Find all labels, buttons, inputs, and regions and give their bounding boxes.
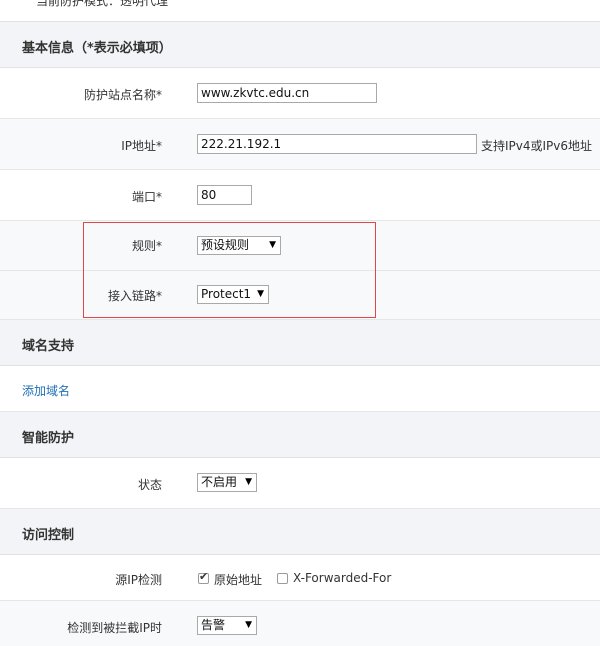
port-label: 端口* (131, 190, 162, 204)
chevron-down-icon: ▼ (245, 477, 252, 487)
ip-address-hint: 支持IPv4或IPv6地址 (481, 139, 593, 153)
rule-select-value: 预设规则 (201, 238, 250, 252)
access-link-select-value: Protect1 (201, 287, 252, 301)
status-label: 状态 (137, 478, 162, 492)
section-basic-info: 基本信息（*表示必填项） (0, 22, 600, 68)
section-basic-info-title: 基本信息（*表示必填项） (22, 41, 172, 56)
section-smart-protection: 智能防护 (0, 412, 600, 458)
row-intercept-action: 检测到被拦截IP时 告警 ▼ (0, 601, 600, 646)
row-site-name: 防护站点名称* www.zkvtc.edu.cn (0, 68, 600, 119)
protection-mode-strip: 当前防护模式：透明代理 (0, 0, 600, 22)
status-select[interactable]: 不启用 ▼ (197, 473, 257, 492)
x-forwarded-for-label: X-Forwarded-For (293, 571, 392, 585)
site-name-label: 防护站点名称* (83, 88, 162, 102)
access-link-label: 接入链路* (107, 289, 162, 303)
ip-address-input[interactable]: 222.21.192.1 (197, 134, 477, 154)
protection-mode-text: 当前防护模式：透明代理 (36, 0, 169, 8)
add-domain-link[interactable]: 添加域名 (22, 382, 70, 399)
row-port: 端口* 80 (0, 170, 600, 221)
original-address-label: 原始地址 (214, 573, 263, 587)
chevron-down-icon: ▼ (269, 240, 276, 250)
row-source-ip: 源IP检测 原始地址 X-Forwarded-For (0, 555, 600, 601)
row-rule: 规则* 预设规则 ▼ (0, 221, 600, 271)
x-forwarded-for-checkbox[interactable] (277, 573, 288, 584)
section-access-control-title: 访问控制 (22, 528, 75, 543)
chevron-down-icon: ▼ (257, 289, 264, 299)
section-access-control: 访问控制 (0, 509, 600, 555)
intercept-action-select[interactable]: 告警 ▼ (197, 616, 257, 635)
port-input[interactable]: 80 (197, 185, 252, 205)
ip-address-label: IP地址* (121, 139, 162, 153)
row-add-domain: 添加域名 (0, 366, 600, 412)
section-domain-support: 域名支持 (0, 320, 600, 366)
chevron-down-icon: ▼ (245, 620, 252, 630)
rule-label: 规则* (131, 239, 162, 253)
intercept-action-label: 检测到被拦截IP时 (67, 621, 162, 635)
rule-select[interactable]: 预设规则 ▼ (197, 236, 281, 255)
section-domain-support-title: 域名支持 (22, 339, 75, 354)
source-ip-label: 源IP检测 (115, 573, 162, 587)
intercept-action-select-value: 告警 (201, 618, 226, 632)
row-status: 状态 不启用 ▼ (0, 458, 600, 509)
original-address-checkbox[interactable] (198, 570, 209, 584)
access-link-select[interactable]: Protect1 ▼ (197, 285, 269, 304)
status-select-value: 不启用 (201, 475, 238, 489)
row-ip-address: IP地址* 222.21.192.1 支持IPv4或IPv6地址 (0, 119, 600, 170)
section-smart-protection-title: 智能防护 (22, 431, 75, 446)
site-name-input[interactable]: www.zkvtc.edu.cn (197, 83, 377, 103)
row-access-link: 接入链路* Protect1 ▼ (0, 271, 600, 320)
